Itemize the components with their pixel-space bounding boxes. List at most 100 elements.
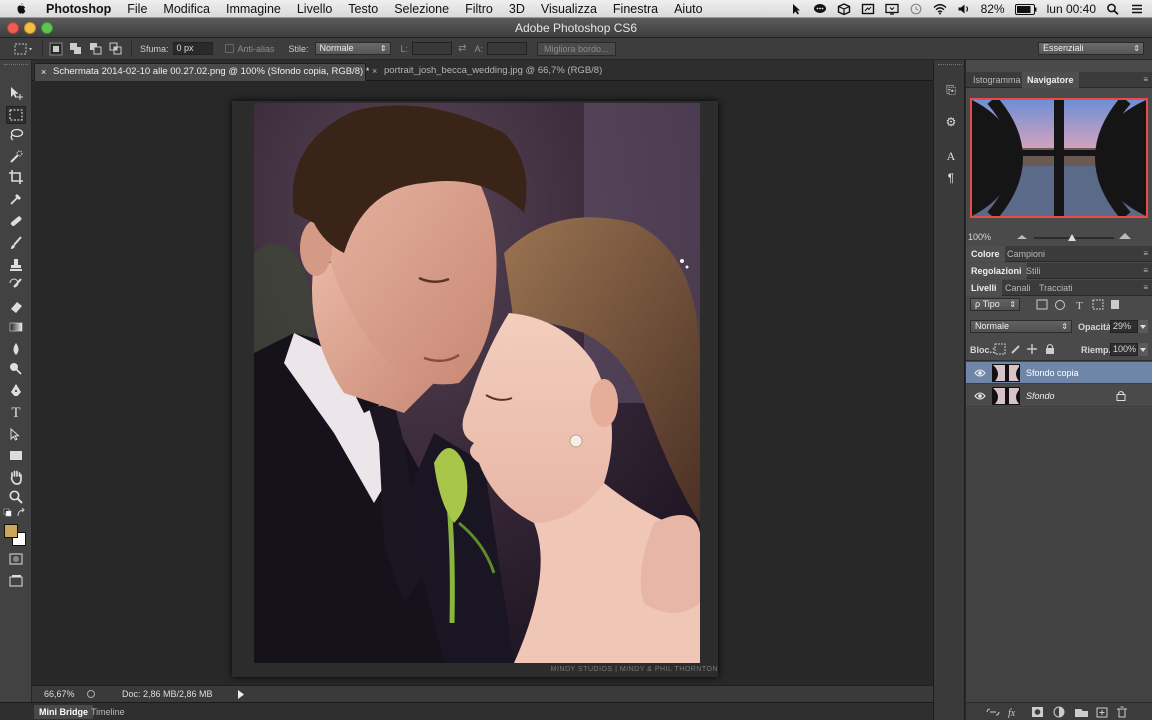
- feather-input[interactable]: 0 px: [172, 42, 213, 55]
- layer-name[interactable]: Sfondo copia: [1026, 368, 1079, 378]
- close-window-button[interactable]: [7, 22, 19, 34]
- eye-icon[interactable]: [974, 368, 986, 378]
- tab-styles[interactable]: Stili: [1021, 263, 1046, 279]
- adjustment-filter-icon[interactable]: [1055, 300, 1065, 310]
- lock-all-icon[interactable]: [1046, 348, 1054, 354]
- shape-filter-icon[interactable]: [1092, 299, 1104, 310]
- layer-filter-select[interactable]: ρ Tipo: [970, 298, 1020, 311]
- clone-stamp-tool[interactable]: [6, 256, 26, 274]
- clock[interactable]: lun 00:40: [1047, 2, 1096, 16]
- minimize-window-button[interactable]: [24, 22, 36, 34]
- navigator-preview[interactable]: [970, 96, 1148, 220]
- fill-dropdown-icon[interactable]: [1138, 343, 1148, 356]
- zoom-out-icon[interactable]: [1016, 234, 1028, 240]
- status-refresh-icon[interactable]: [86, 689, 96, 699]
- pixel-filter-icon[interactable]: [1036, 299, 1048, 310]
- move-tool[interactable]: [6, 84, 26, 102]
- cursor-icon[interactable]: [789, 3, 803, 15]
- tab-document-screenshot[interactable]: × Schermata 2014-02-10 alle 00.27.02.png…: [34, 63, 369, 81]
- refine-edge-button[interactable]: Migliora bordo...: [536, 41, 616, 56]
- menu-visualizza[interactable]: Visualizza: [533, 0, 605, 18]
- eye-icon[interactable]: [974, 391, 986, 401]
- tab-channels[interactable]: Canali: [1000, 280, 1036, 296]
- tab-timeline[interactable]: Timeline: [86, 705, 130, 719]
- lasso-tool[interactable]: [6, 126, 26, 144]
- close-icon[interactable]: ×: [41, 64, 46, 80]
- eyedropper-tool[interactable]: [6, 190, 26, 208]
- panel-menu-icon[interactable]: ≡: [1143, 263, 1148, 279]
- history-icon[interactable]: ⎘: [943, 82, 959, 98]
- status-menu-arrow-icon[interactable]: [237, 690, 245, 699]
- add-selection-icon[interactable]: [69, 42, 83, 56]
- document-artboard[interactable]: [232, 101, 718, 677]
- tab-paths[interactable]: Tracciati: [1034, 280, 1078, 296]
- tab-document-portrait[interactable]: × portrait_josh_becca_wedding.jpg @ 66,7…: [366, 63, 606, 81]
- swap-dimensions-icon[interactable]: ⇄: [458, 43, 466, 54]
- hand-tool[interactable]: [6, 468, 26, 486]
- history-brush-tool[interactable]: [6, 276, 26, 294]
- smart-object-filter-icon[interactable]: [1111, 300, 1119, 309]
- menu-immagine[interactable]: Immagine: [218, 0, 289, 18]
- menu-livello[interactable]: Livello: [289, 0, 340, 18]
- layer-name[interactable]: Sfondo: [1026, 391, 1055, 401]
- screen-capture-icon[interactable]: [861, 3, 875, 15]
- subtract-selection-icon[interactable]: [89, 42, 103, 56]
- path-selection-tool[interactable]: [6, 426, 26, 444]
- marquee-tool[interactable]: [6, 106, 26, 124]
- menu-file[interactable]: File: [119, 0, 155, 18]
- menu-modifica[interactable]: Modifica: [155, 0, 218, 18]
- default-colors-icon[interactable]: [3, 508, 17, 518]
- pen-tool[interactable]: [6, 382, 26, 400]
- zoom-window-button[interactable]: [41, 22, 53, 34]
- paragraph-icon[interactable]: ¶: [943, 170, 959, 186]
- opacity-dropdown-icon[interactable]: [1138, 320, 1148, 333]
- trash-icon[interactable]: [1117, 706, 1127, 718]
- blend-mode-select[interactable]: Normale: [970, 320, 1072, 333]
- tab-color[interactable]: Colore: [966, 246, 1005, 262]
- link-layers-icon[interactable]: [986, 708, 1000, 716]
- type-filter-icon[interactable]: T: [1076, 300, 1083, 312]
- wifi-icon[interactable]: [933, 3, 947, 15]
- layer-row[interactable]: Sfondo copia: [966, 362, 1152, 384]
- tab-layers[interactable]: Livelli: [966, 280, 1002, 296]
- gradient-tool[interactable]: [6, 318, 26, 336]
- workspace-select[interactable]: Essenziali: [1038, 42, 1144, 55]
- time-machine-icon[interactable]: [909, 3, 923, 15]
- layer-row[interactable]: Sfondo: [966, 385, 1152, 407]
- height-input[interactable]: [486, 42, 527, 55]
- crop-tool[interactable]: [6, 168, 26, 186]
- foreground-color-swatch[interactable]: [4, 524, 18, 538]
- notification-center-icon[interactable]: [1130, 3, 1144, 15]
- dodge-tool[interactable]: [6, 360, 26, 378]
- panel-menu-icon[interactable]: ≡: [1143, 246, 1148, 262]
- opacity-input[interactable]: 29%: [1110, 320, 1138, 333]
- shape-tool[interactable]: [6, 446, 26, 464]
- character-icon[interactable]: A: [943, 148, 959, 164]
- layers-empty-area[interactable]: [966, 408, 1152, 702]
- menu-aiuto[interactable]: Aiuto: [666, 0, 711, 18]
- layer-style-icon[interactable]: fx: [1008, 708, 1016, 718]
- new-group-icon[interactable]: [1075, 709, 1088, 717]
- zoom-slider-handle[interactable]: [1068, 234, 1076, 241]
- chat-icon[interactable]: [813, 3, 827, 15]
- battery-icon[interactable]: [1014, 3, 1037, 15]
- properties-icon[interactable]: ⚙: [943, 114, 959, 130]
- menu-selezione[interactable]: Selezione: [386, 0, 457, 18]
- box-icon[interactable]: [837, 3, 851, 15]
- brush-tool[interactable]: [6, 234, 26, 252]
- canvas-area[interactable]: MINDY STUDIOS | MINDY & PHIL THORNTON: [32, 81, 933, 685]
- fill-input[interactable]: 100%: [1110, 343, 1138, 356]
- tab-histogram[interactable]: Istogramma: [968, 72, 1026, 88]
- tab-navigator[interactable]: Navigatore: [1022, 72, 1079, 88]
- quick-mask-button[interactable]: [6, 550, 26, 568]
- apple-icon[interactable]: [14, 2, 28, 16]
- menu-filtro[interactable]: Filtro: [457, 0, 501, 18]
- new-selection-icon[interactable]: [49, 42, 63, 56]
- healing-brush-tool[interactable]: [6, 212, 26, 230]
- quick-selection-tool[interactable]: [6, 148, 26, 166]
- style-select[interactable]: Normale: [314, 42, 391, 55]
- close-icon[interactable]: ×: [372, 63, 377, 79]
- search-icon[interactable]: [1106, 3, 1120, 15]
- zoom-in-icon[interactable]: [1118, 232, 1132, 240]
- tab-mini-bridge[interactable]: Mini Bridge: [34, 705, 93, 719]
